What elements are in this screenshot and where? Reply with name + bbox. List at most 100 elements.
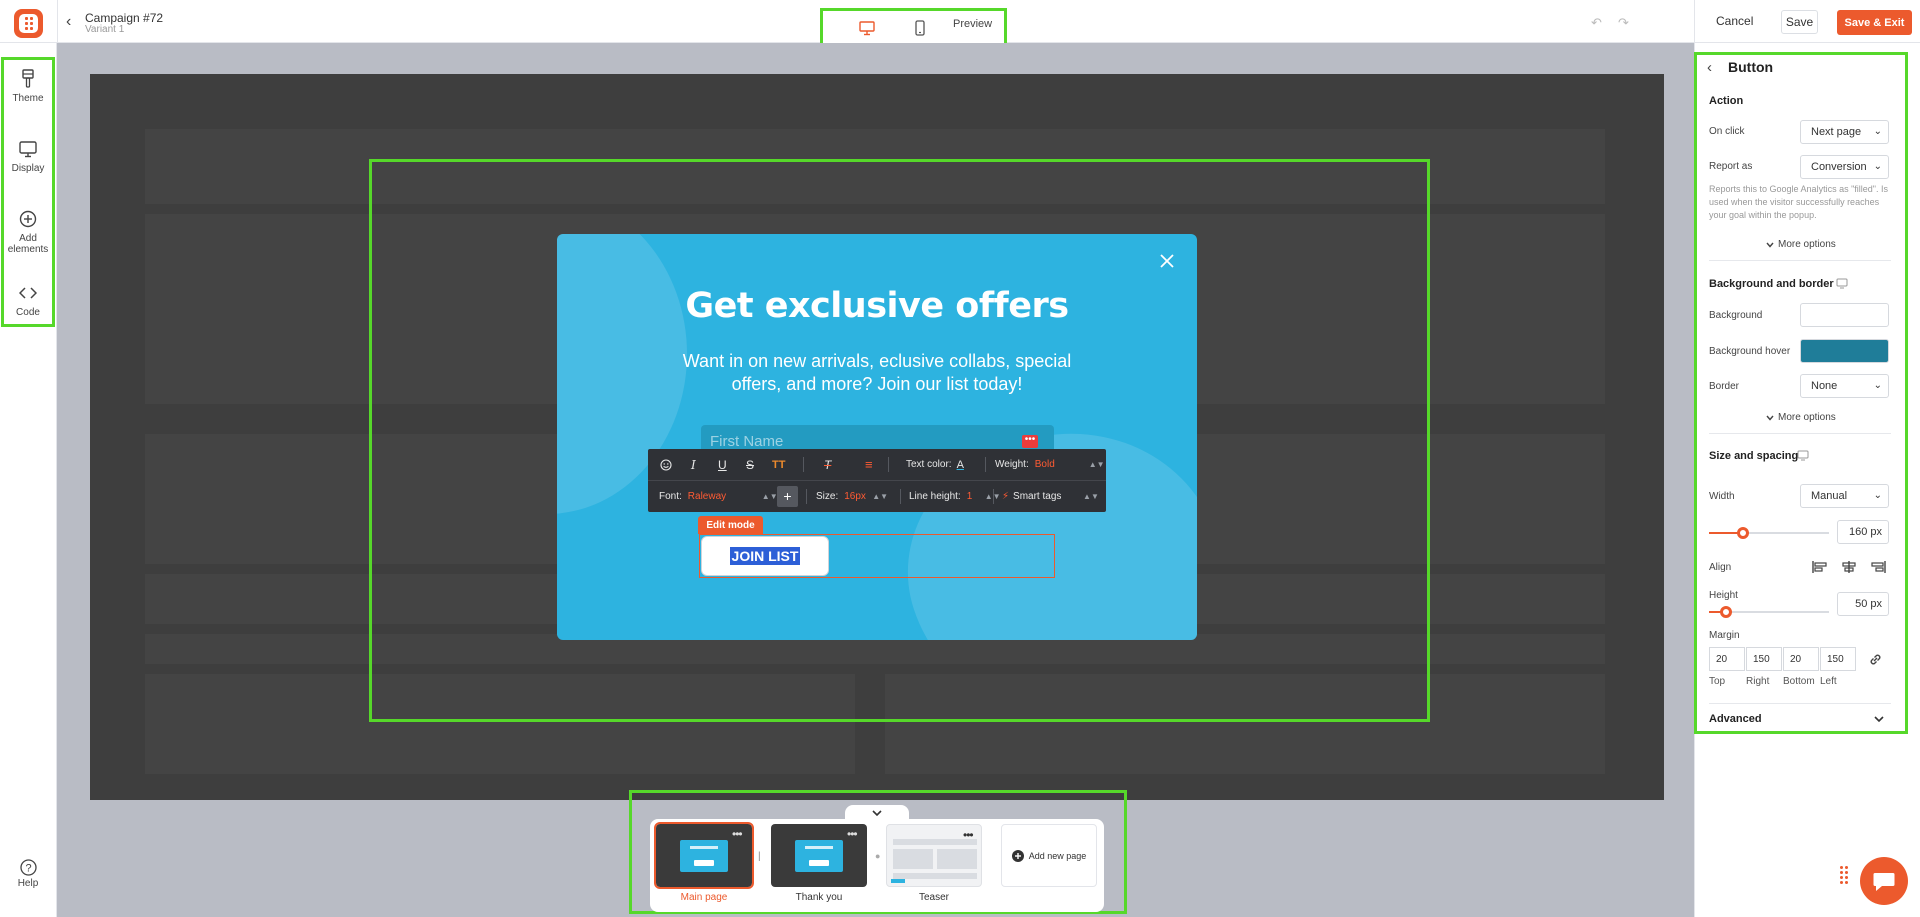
help-button[interactable]: ? Help — [4, 859, 52, 889]
sidebar-item-theme[interactable]: Theme — [4, 68, 52, 104]
slider-knob[interactable] — [1720, 606, 1732, 618]
desktop-view-button[interactable] — [845, 15, 889, 48]
text-case-icon[interactable]: TT — [772, 449, 785, 480]
cancel-button[interactable]: Cancel — [1716, 14, 1753, 28]
align-right-icon[interactable] — [1870, 560, 1886, 574]
weight-label: Weight: — [995, 459, 1029, 470]
more-icon[interactable]: ••• — [847, 827, 858, 841]
header-divider-right — [1694, 0, 1695, 43]
margin-bottom-input[interactable]: 20 — [1783, 647, 1819, 671]
join-list-button[interactable]: JOIN LIST — [701, 536, 829, 576]
thumb-row — [893, 849, 933, 869]
panel-back-icon[interactable]: ‹ — [1707, 59, 1712, 76]
save-button[interactable]: Save — [1781, 10, 1818, 34]
sidebar-item-display[interactable]: Display — [4, 138, 52, 174]
save-exit-button[interactable]: Save & Exit — [1837, 10, 1912, 35]
help-icon: ? — [19, 859, 37, 876]
page-thumbnail[interactable]: ••• — [771, 824, 867, 887]
join-list-label[interactable]: JOIN LIST — [729, 547, 801, 565]
line-height-control[interactable]: Line height: 1 ▲▼ — [900, 481, 1001, 512]
weight-control[interactable]: Weight: Bold ▲▼ — [995, 449, 1105, 480]
chevron-down-icon: ⌄ — [1873, 380, 1882, 391]
field-options-icon[interactable]: ••• — [1022, 435, 1038, 448]
popup-mini-preview — [680, 840, 728, 872]
add-font-button[interactable]: + — [777, 486, 798, 507]
page-connector-icon: | — [758, 851, 761, 862]
width-mode-value: Manual — [1811, 490, 1848, 502]
width-input[interactable]: 160 px — [1837, 520, 1889, 544]
app-logo[interactable] — [14, 9, 43, 38]
on-click-value: Next page — [1811, 126, 1862, 138]
add-new-page-button[interactable]: Add new page — [1001, 824, 1097, 887]
align-left-icon[interactable] — [1812, 560, 1828, 574]
margin-right-input[interactable]: 150 — [1746, 647, 1782, 671]
undo-icon[interactable]: ↶ — [1591, 15, 1602, 31]
page-thumbnail[interactable]: ••• — [654, 822, 754, 889]
align-center-icon[interactable]: ≡ — [865, 449, 873, 480]
underline-icon[interactable]: U — [718, 449, 727, 480]
preview-button[interactable]: Preview — [953, 18, 992, 30]
margin-left-input[interactable]: 150 — [1820, 647, 1856, 671]
size-control[interactable]: Size: 16px ▲▼ — [816, 481, 888, 512]
border-select[interactable]: None ⌄ — [1800, 374, 1889, 398]
margin-left-label: Left — [1820, 676, 1837, 687]
smart-tags-control[interactable]: ⚡ Smart tags ▲▼ — [1002, 481, 1099, 512]
font-control[interactable]: Font: Raleway ▲▼ — [659, 481, 778, 512]
chat-icon — [1873, 873, 1895, 891]
brush-icon — [21, 68, 35, 90]
slider-knob[interactable] — [1737, 527, 1749, 539]
page-thumbnail[interactable]: ••• — [886, 824, 982, 887]
thumb-row — [893, 873, 977, 879]
chevron-down-icon[interactable] — [1874, 716, 1884, 723]
width-label: Width — [1709, 491, 1735, 502]
strikethrough-icon[interactable]: S — [746, 449, 754, 480]
sidebar-item-code[interactable]: Code — [4, 282, 52, 318]
thumb-row — [937, 849, 977, 869]
line-height-label: Line height: — [909, 491, 961, 502]
sidebar-item-label: Theme — [12, 93, 44, 104]
margin-top-input[interactable]: 20 — [1709, 647, 1745, 671]
text-color-icon: A — [956, 458, 964, 471]
more-options-toggle[interactable]: More options — [1766, 412, 1836, 423]
report-as-select[interactable]: Conversion ⌄ — [1800, 155, 1889, 179]
updown-icon: ▲▼ — [1088, 460, 1105, 469]
logo-grid-icon — [19, 14, 38, 33]
smart-tags-label: Smart tags — [1013, 491, 1062, 502]
emoji-icon[interactable] — [660, 449, 672, 480]
updown-icon: ▲▼ — [872, 492, 889, 501]
more-icon[interactable]: ••• — [963, 828, 974, 842]
drag-handle-icon[interactable] — [1840, 866, 1848, 884]
text-color-control[interactable]: Text color: A — [906, 449, 964, 480]
more-icon[interactable]: ••• — [732, 827, 743, 841]
popup-subtitle[interactable]: Want in on new arrivals, eclusive collab… — [672, 350, 1082, 396]
width-mode-select[interactable]: Manual ⌄ — [1800, 484, 1889, 508]
section-divider — [1709, 703, 1891, 704]
background-hover-swatch[interactable] — [1800, 339, 1889, 363]
edit-mode-badge: Edit mode — [698, 516, 763, 534]
align-center-icon[interactable] — [1841, 560, 1857, 574]
chat-support-button[interactable] — [1860, 857, 1908, 905]
margin-right-label: Right — [1746, 676, 1770, 687]
redo-icon[interactable]: ↷ — [1618, 15, 1629, 31]
back-chevron-icon[interactable]: ‹ — [66, 14, 71, 30]
popup[interactable]: Get exclusive offers Want in on new arri… — [557, 234, 1197, 640]
desktop-icon — [1797, 450, 1809, 461]
teaser-bar — [891, 879, 905, 883]
clear-format-icon[interactable]: T — [824, 449, 831, 480]
mobile-view-button[interactable] — [906, 15, 934, 41]
italic-icon[interactable]: I — [691, 449, 696, 480]
size-spacing-heading: Size and spacing — [1709, 450, 1799, 462]
background-color-swatch[interactable] — [1800, 303, 1889, 327]
toolbar-separator — [985, 457, 986, 472]
sidebar-item-add-elements[interactable]: Add elements — [4, 208, 52, 255]
height-input[interactable]: 50 px — [1837, 592, 1889, 616]
close-icon[interactable] — [1158, 252, 1176, 270]
on-click-select[interactable]: Next page ⌄ — [1800, 120, 1889, 144]
margin-bottom-label: Bottom — [1783, 676, 1815, 687]
more-options-toggle[interactable]: More options — [1766, 239, 1836, 250]
link-icon[interactable] — [1868, 652, 1883, 667]
advanced-heading[interactable]: Advanced — [1709, 713, 1762, 725]
panel-title: Button — [1728, 59, 1774, 75]
background-label: Background — [1709, 310, 1763, 321]
popup-title[interactable]: Get exclusive offers — [557, 286, 1197, 326]
